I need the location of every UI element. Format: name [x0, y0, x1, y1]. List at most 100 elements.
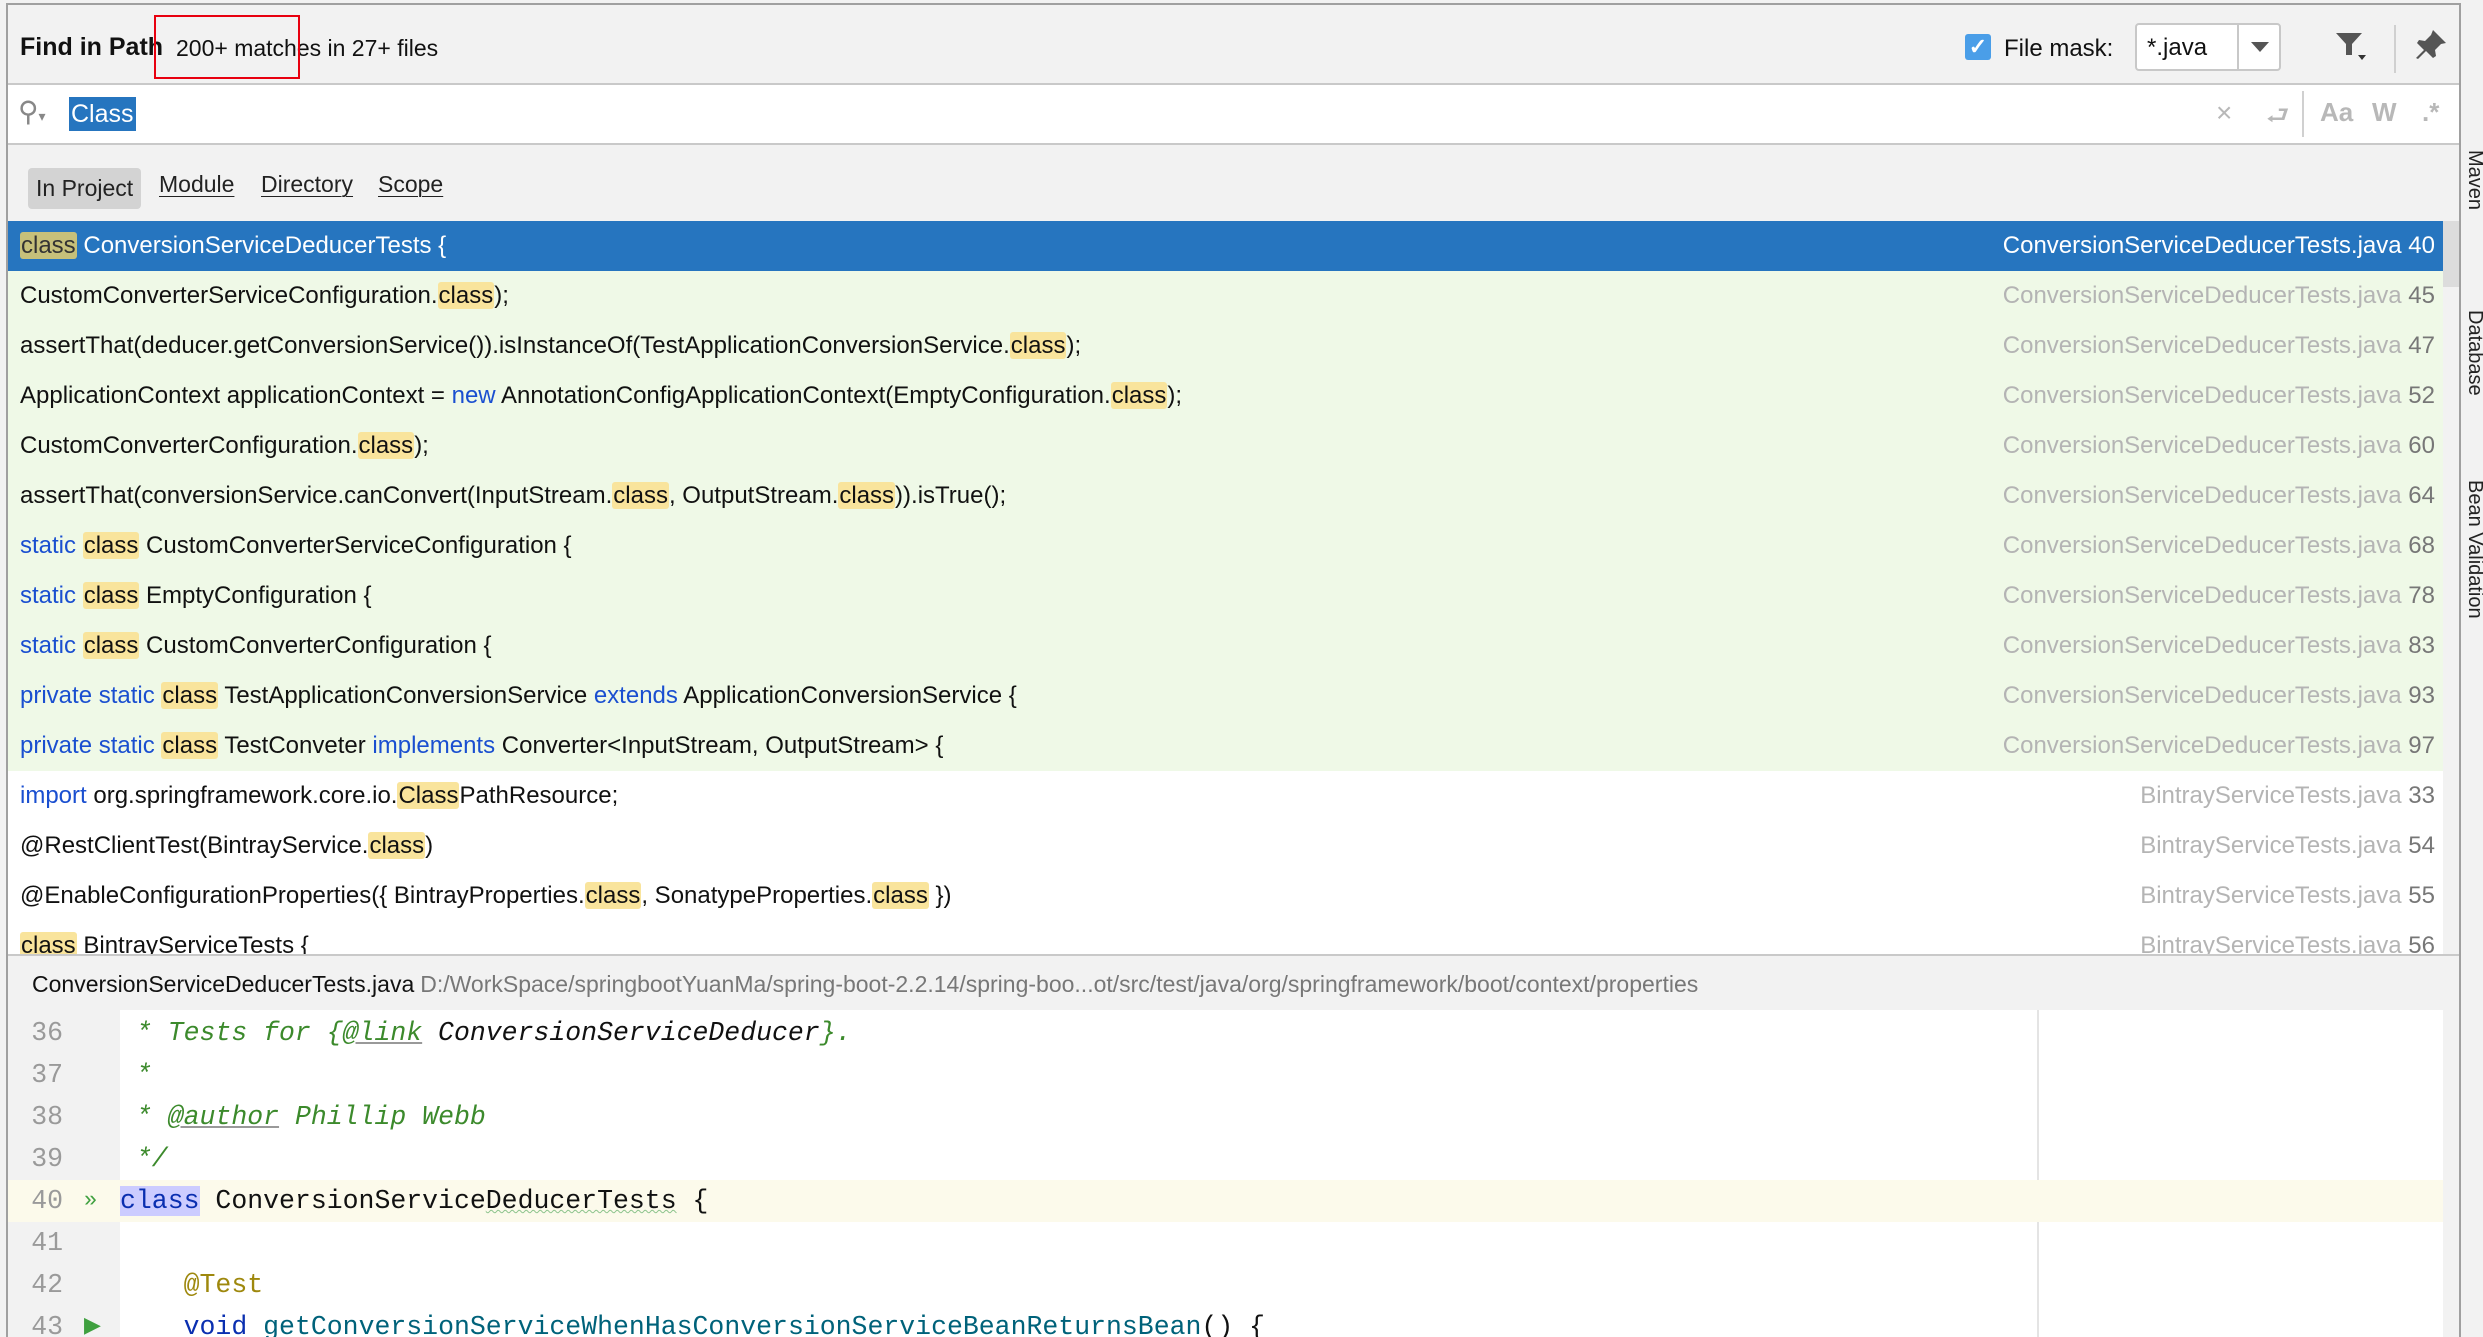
result-row[interactable]: assertThat(deducer.getConversionService(… — [8, 321, 2443, 371]
result-text: CustomConverterServiceConfiguration.clas… — [20, 271, 509, 321]
text-segment: org.springframework.core.io. — [86, 782, 398, 809]
result-file: ConversionServiceDeducerTests.java — [2002, 382, 2402, 409]
result-text: class ConversionServiceDeducerTests { — [20, 221, 446, 271]
match-highlight: class — [368, 832, 426, 859]
result-row[interactable]: CustomConverterServiceConfiguration.clas… — [8, 271, 2443, 321]
result-text: assertThat(conversionService.canConvert(… — [20, 471, 1006, 521]
code-token: * — [120, 1060, 152, 1090]
match-case-toggle[interactable]: Aa — [2320, 97, 2353, 128]
search-input[interactable]: Class — [69, 97, 136, 131]
result-line-number: 33 — [2408, 782, 2435, 809]
result-row[interactable]: assertThat(conversionService.canConvert(… — [8, 471, 2443, 521]
result-row[interactable]: @EnableConfigurationProperties({ Bintray… — [8, 871, 2443, 921]
scrollbar-thumb[interactable] — [2443, 221, 2459, 287]
tool-window-maven[interactable]: Maven — [2463, 150, 2483, 210]
code-preview[interactable]: 36 * Tests for {@link ConversionServiceD… — [8, 1010, 2443, 1337]
regex-toggle[interactable]: .* — [2422, 97, 2439, 128]
result-text: private static class TestConveter implem… — [20, 721, 943, 771]
result-row[interactable]: ApplicationContext applicationContext = … — [8, 371, 2443, 421]
run-icon[interactable]: » — [84, 1180, 97, 1222]
code-text: * Tests for {@link ConversionServiceDedu… — [120, 1012, 852, 1054]
result-row[interactable]: static class CustomConverterServiceConfi… — [8, 521, 2443, 571]
result-location: ConversionServiceDeducerTests.java 64 — [2003, 471, 2435, 521]
result-text: assertThat(deducer.getConversionService(… — [20, 321, 1081, 371]
code-text: */ — [120, 1138, 168, 1180]
result-line-number: 47 — [2408, 332, 2435, 359]
result-file: BintrayServiceTests.java — [2140, 782, 2402, 809]
result-line-number: 54 — [2408, 832, 2435, 859]
results-scrollbar[interactable] — [2443, 221, 2459, 954]
code-token: DeducerTests — [485, 1186, 677, 1216]
result-line-number: 40 — [2408, 232, 2435, 259]
result-text: import org.springframework.core.io.Class… — [20, 771, 618, 821]
result-line-number: 83 — [2408, 632, 2435, 659]
result-row[interactable]: static class EmptyConfiguration {Convers… — [8, 571, 2443, 621]
tool-window-bean-validation[interactable]: Bean Validation — [2463, 480, 2483, 619]
keyword: static — [20, 632, 77, 659]
results-list[interactable]: class ConversionServiceDeducerTests { Con… — [8, 221, 2443, 954]
text-segment: Converter<InputStream, OutputStream> { — [495, 732, 944, 759]
code-token: () { — [1201, 1312, 1266, 1337]
new-line-icon[interactable]: ⮐ — [2266, 97, 2289, 141]
line-number: 39 — [31, 1144, 63, 1174]
result-row[interactable]: CustomConverterConfiguration.class); Conv… — [8, 421, 2443, 471]
keyword: import — [20, 782, 87, 809]
keyword: new — [451, 382, 496, 409]
keyword: implements — [372, 732, 496, 759]
tool-window-database[interactable]: Database — [2463, 310, 2483, 396]
match-highlight: class — [1009, 332, 1067, 359]
file-mask-checkbox[interactable]: ✓ — [1965, 34, 1991, 60]
tab-in-project[interactable]: In Project — [28, 168, 142, 209]
code-token: ConversionServiceDeducer — [422, 1018, 820, 1048]
text-segment: ); — [1167, 382, 1183, 409]
result-text: @EnableConfigurationProperties({ Bintray… — [20, 871, 952, 921]
tab-scope[interactable]: Scope — [378, 171, 443, 198]
code-line: 38 * @author Phillip Webb — [8, 1096, 2443, 1138]
clear-icon[interactable]: × — [2216, 97, 2232, 129]
result-row[interactable]: static class CustomConverterConfiguratio… — [8, 621, 2443, 671]
code-token: ConversionService — [199, 1186, 486, 1216]
search-icon[interactable]: ⚲▾ — [18, 95, 46, 128]
text-segment — [76, 532, 83, 559]
pin-icon[interactable] — [2413, 27, 2449, 68]
code-text: @Test — [120, 1264, 264, 1306]
text-segment: ) — [425, 832, 434, 859]
match-highlight: class — [161, 732, 219, 759]
file-mask-combo[interactable]: *.java — [2135, 23, 2281, 71]
result-location: ConversionServiceDeducerTests.java 78 — [2003, 571, 2435, 621]
line-number: 37 — [31, 1060, 63, 1090]
filter-icon[interactable] — [2334, 27, 2368, 68]
preview-file-name: ConversionServiceDeducerTests.java — [32, 971, 415, 997]
match-highlight: class — [82, 582, 140, 609]
result-location: ConversionServiceDeducerTests.java 60 — [2003, 421, 2435, 471]
chevron-down-icon[interactable] — [2237, 25, 2279, 69]
file-mask-value[interactable]: *.java — [2147, 34, 2207, 62]
text-segment: ApplicationContext applicationContext = — [20, 382, 452, 409]
find-in-path-dialog: Find in Path 200+ matches in 27+ files ✓… — [6, 3, 2461, 1337]
tab-directory[interactable]: Directory — [261, 171, 353, 198]
result-row[interactable]: class ConversionServiceDeducerTests {Con… — [8, 221, 2443, 271]
text-segment: @EnableConfigurationProperties({ Bintray… — [20, 882, 585, 909]
result-row[interactable]: private static class TestConveter implem… — [8, 721, 2443, 771]
tab-module[interactable]: Module — [159, 171, 234, 198]
match-highlight: Class — [397, 782, 460, 809]
result-file: ConversionServiceDeducerTests.java — [2002, 582, 2402, 609]
result-row[interactable]: import org.springframework.core.io.Class… — [8, 771, 2443, 821]
result-text: ApplicationContext applicationContext = … — [20, 371, 1182, 421]
result-row[interactable]: @RestClientTest(BintrayService.class) Bin… — [8, 821, 2443, 871]
file-mask-label: File mask: — [2004, 35, 2114, 62]
code-token: }. — [819, 1018, 852, 1048]
result-location: ConversionServiceDeducerTests.java 45 — [2003, 271, 2435, 321]
code-text: * @author Phillip Webb — [120, 1096, 486, 1138]
text-segment: assertThat(deducer.getConversionService(… — [20, 332, 1010, 359]
code-token: class — [120, 1186, 200, 1216]
words-toggle[interactable]: W — [2372, 97, 2397, 128]
result-row[interactable]: class BintrayServiceTests {BintrayServic… — [8, 921, 2443, 954]
code-token: void — [183, 1312, 248, 1337]
result-row[interactable]: private static class TestApplicationConv… — [8, 671, 2443, 721]
match-highlight: class — [437, 282, 495, 309]
result-location: BintrayServiceTests.java 56 — [2140, 921, 2435, 954]
run-icon[interactable]: ▶ — [84, 1306, 101, 1337]
line-number: 42 — [31, 1270, 63, 1300]
